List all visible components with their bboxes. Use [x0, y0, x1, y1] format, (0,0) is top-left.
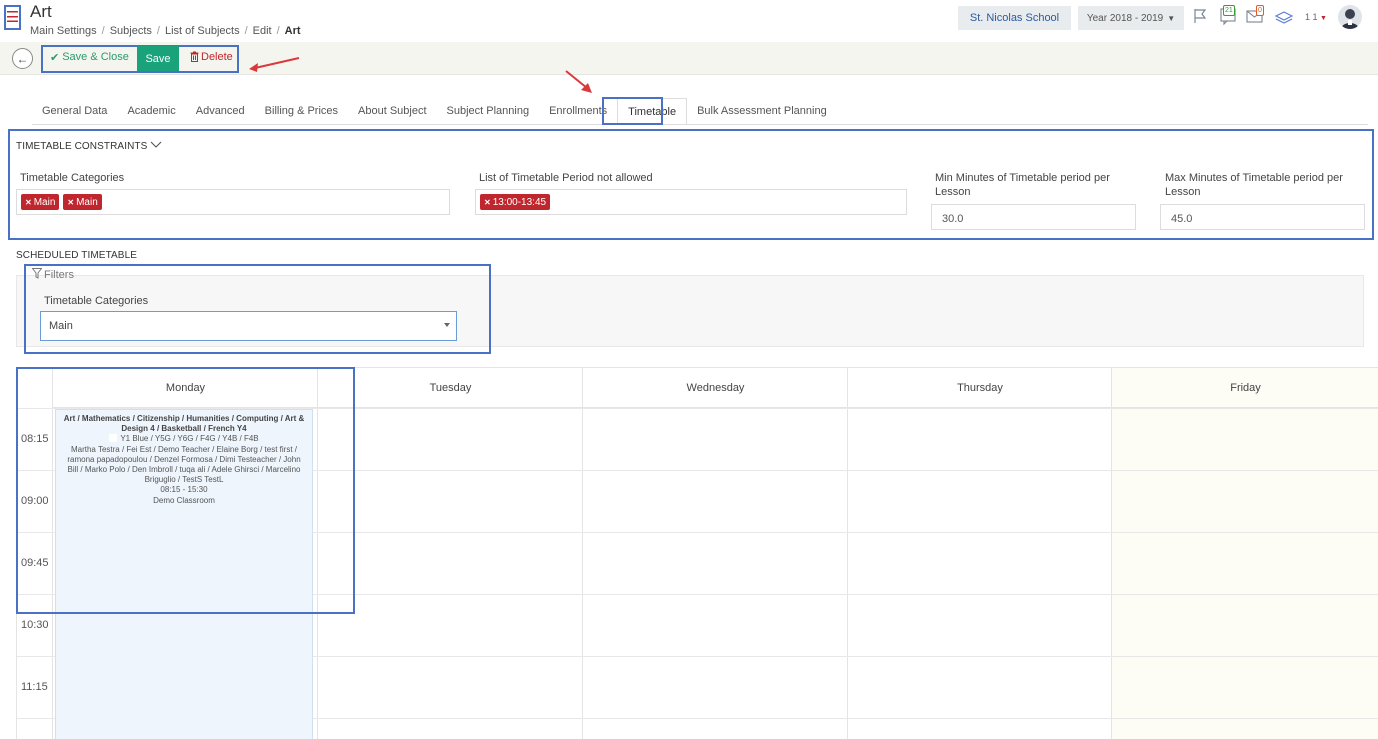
caret-down-icon: ▼: [1320, 15, 1327, 22]
day-column-wednesday: [583, 368, 848, 739]
not-allowed-label: List of Timetable Period not allowed: [479, 172, 653, 184]
filters-toggle[interactable]: Filters: [31, 268, 74, 282]
tab-about-subject[interactable]: About Subject: [348, 98, 437, 124]
school-selector[interactable]: St. Nicolas School: [958, 6, 1071, 30]
tab-billing-prices[interactable]: Billing & Prices: [255, 98, 348, 124]
timetable-constraints-toggle[interactable]: TIMETABLE CONSTRAINTS: [16, 141, 162, 152]
categories-label: Timetable Categories: [20, 172, 125, 184]
breadcrumb-item[interactable]: Edit: [253, 25, 272, 37]
breadcrumb-current: Art: [284, 25, 301, 37]
filter-categories-label: Timetable Categories: [44, 295, 149, 307]
flag-icon[interactable]: [1193, 8, 1207, 28]
tab-advanced[interactable]: Advanced: [186, 98, 255, 124]
tab-bulk-assessment-planning[interactable]: Bulk Assessment Planning: [687, 98, 837, 124]
remove-icon[interactable]: ✕: [67, 198, 74, 207]
trash-icon: [190, 51, 199, 65]
breadcrumb-item[interactable]: Subjects: [110, 25, 152, 37]
category-tag[interactable]: ✕ Main: [63, 194, 102, 210]
check-icon: ✔: [50, 52, 60, 64]
day-column-thursday: [848, 368, 1112, 739]
tab-general-data[interactable]: General Data: [32, 98, 117, 124]
max-minutes-label: Max Minutes of Timetable period per Less…: [1165, 172, 1343, 198]
section-title: TIMETABLE CONSTRAINTS: [16, 141, 148, 152]
notifications-icon[interactable]: 21: [1219, 5, 1239, 26]
messages-icon[interactable]: 0: [1246, 5, 1266, 26]
remove-icon[interactable]: ✕: [484, 198, 491, 207]
timetable-tab-highlight: [602, 97, 663, 125]
scheduled-timetable-title: SCHEDULED TIMETABLE: [16, 250, 138, 261]
tab-subject-planning[interactable]: Subject Planning: [437, 98, 540, 124]
breadcrumb-item[interactable]: Main Settings: [30, 25, 97, 37]
back-arrow-icon[interactable]: ←: [12, 48, 33, 69]
caret-down-icon: [444, 323, 450, 327]
monday-highlight: [16, 367, 355, 614]
top-bar: ☰ Art Main Settings / Subjects / List of Sub…: [0, 0, 1378, 42]
layers-icon[interactable]: [1274, 8, 1294, 28]
messages-badge: 0: [1256, 5, 1264, 16]
max-minutes-input[interactable]: 45.0: [1160, 204, 1365, 230]
not-allowed-tag-input[interactable]: ✕ 13:00-13:45: [475, 189, 907, 215]
user-avatar[interactable]: [1338, 5, 1362, 29]
min-minutes-input[interactable]: 30.0: [931, 204, 1136, 230]
user-short-label: 1 1: [1305, 12, 1318, 22]
day-header-wednesday: Wednesday: [583, 368, 848, 408]
user-menu[interactable]: 1 1 ▼: [1305, 12, 1327, 22]
day-column-friday: [1112, 368, 1378, 739]
save-and-close-button[interactable]: ✔ Save & Close: [50, 51, 129, 64]
period-tag[interactable]: ✕ 13:00-13:45: [480, 194, 551, 210]
day-header-friday: Friday: [1112, 368, 1378, 408]
year-label: Year 2018 - 2019: [1086, 12, 1164, 24]
save-button[interactable]: Save: [137, 46, 179, 71]
day-column-tuesday: [318, 368, 583, 739]
year-selector[interactable]: Year 2018 - 2019 ▼: [1078, 6, 1184, 30]
filter-icon: [31, 268, 43, 282]
delete-button[interactable]: Delete: [190, 51, 233, 65]
notifications-badge: 21: [1223, 5, 1235, 16]
time-slot-label: 11:15: [21, 681, 48, 693]
day-header-tuesday: Tuesday: [318, 368, 583, 408]
tab-bar: General Data Academic Advanced Billing &…: [32, 98, 837, 124]
delete-label: Delete: [201, 51, 233, 63]
filters-label: Filters: [44, 269, 74, 281]
filter-categories-select[interactable]: Main: [40, 311, 457, 341]
categories-tag-input[interactable]: ✕ Main ✕ Main: [16, 189, 450, 215]
tabs-divider: [32, 124, 1368, 125]
category-tag[interactable]: ✕ Main: [21, 194, 60, 210]
remove-icon[interactable]: ✕: [25, 198, 32, 207]
time-slot-label: 10:30: [21, 619, 49, 631]
hamburger-menu-icon[interactable]: ☰: [4, 5, 21, 30]
save-and-close-label: Save & Close: [62, 51, 129, 63]
chevron-down-icon: [150, 141, 162, 152]
red-arrow-icon: [565, 70, 592, 93]
action-toolbar: ← ✔ Save & Close Save Delete: [0, 42, 1378, 75]
page-title: Art: [30, 2, 52, 21]
breadcrumb: Main Settings / Subjects / List of Subjects /…: [30, 25, 301, 37]
day-header-thursday: Thursday: [848, 368, 1112, 408]
tab-academic[interactable]: Academic: [117, 98, 185, 124]
red-arrow-icon: [249, 57, 300, 72]
caret-down-icon: ▼: [1167, 13, 1176, 23]
breadcrumb-item[interactable]: List of Subjects: [165, 25, 240, 37]
min-minutes-label: Min Minutes of Timetable period per Less…: [935, 172, 1110, 198]
